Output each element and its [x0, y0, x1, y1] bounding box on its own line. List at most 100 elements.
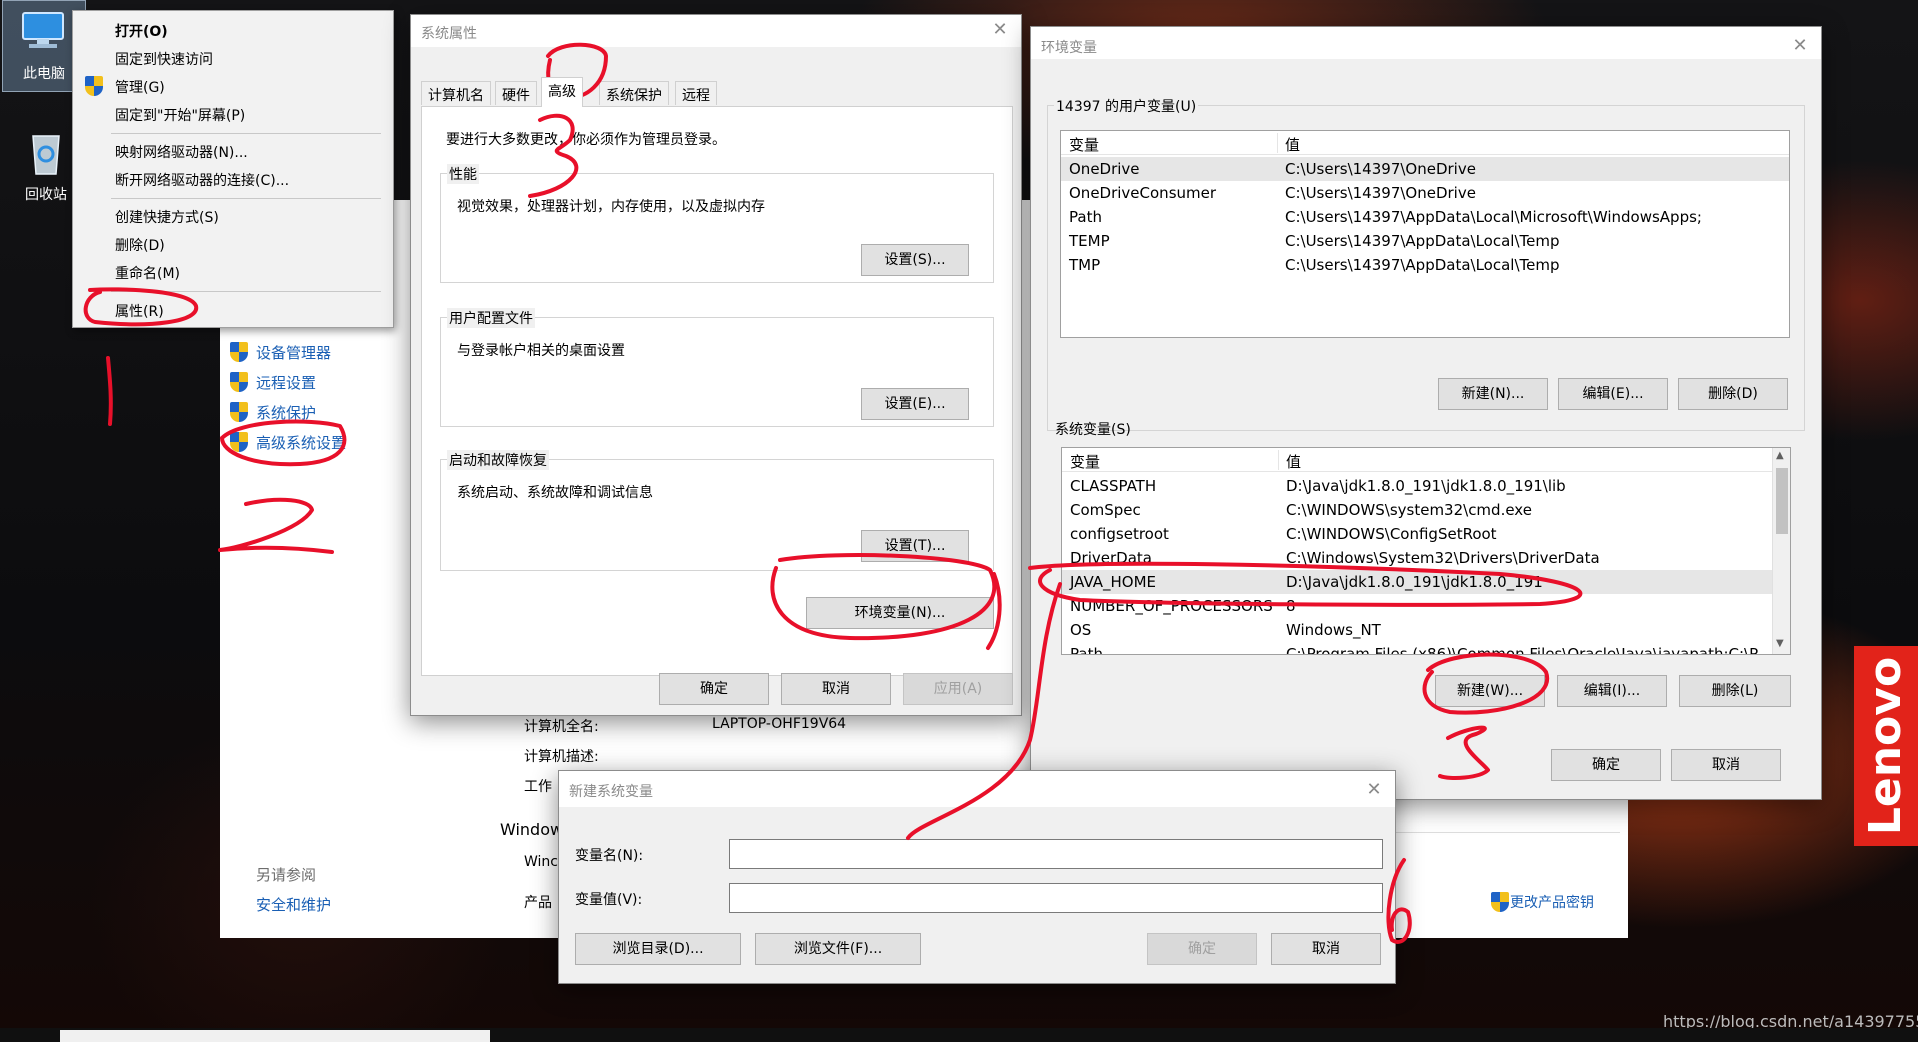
- dialog-title: 新建系统变量: [569, 784, 653, 800]
- column-header-value[interactable]: 值: [1286, 451, 1301, 472]
- tab-computer-name[interactable]: 计算机名: [421, 81, 491, 105]
- list-item[interactable]: TMP C:\Users\14397\AppData\Local\Temp: [1061, 253, 1789, 277]
- list-item[interactable]: JAVA_HOME D:\Java\jdk1.8.0_191\jdk1.8.0_1…: [1062, 570, 1790, 594]
- group-label: 用户配置文件: [447, 308, 535, 328]
- uac-shield-icon: [230, 432, 248, 452]
- list-item[interactable]: TEMP C:\Users\14397\AppData\Local\Temp: [1061, 229, 1789, 253]
- menu-create-shortcut[interactable]: 创建快捷方式(S): [115, 207, 219, 227]
- scroll-thumb[interactable]: [1776, 468, 1788, 534]
- list-item[interactable]: NUMBER_OF_PROCESSORS 8: [1062, 594, 1790, 618]
- tab-remote[interactable]: 远程: [675, 81, 717, 105]
- variable-name-input[interactable]: [729, 839, 1383, 869]
- recycle-bin-icon: [32, 135, 60, 175]
- column-divider: [1277, 133, 1278, 153]
- change-product-key-link[interactable]: 更改产品密钥: [1510, 892, 1594, 912]
- remote-settings-link[interactable]: 远程设置: [256, 372, 316, 393]
- close-icon[interactable]: ✕: [1789, 35, 1811, 57]
- browse-file-button[interactable]: 浏览文件(F)...: [755, 933, 921, 965]
- group-label: 性能: [447, 164, 479, 184]
- group-label: 启动和故障恢复: [447, 450, 549, 470]
- uac-shield-icon: [230, 372, 248, 392]
- list-item[interactable]: OneDrive C:\Users\14397\OneDrive: [1061, 157, 1789, 181]
- column-header-value[interactable]: 值: [1285, 134, 1300, 155]
- device-manager-link[interactable]: 设备管理器: [256, 342, 331, 363]
- see-also-label: 另请参阅: [256, 866, 317, 884]
- user-variables-group: 14397 的用户变量(U) 变量 值 OneDrive C:\Users\143…: [1047, 96, 1805, 431]
- system-delete-button[interactable]: 删除(L): [1679, 675, 1791, 707]
- ok-button[interactable]: 确定: [1551, 749, 1661, 781]
- user-new-button[interactable]: 新建(N)...: [1438, 378, 1548, 410]
- scroll-down-icon[interactable]: ▼: [1776, 638, 1784, 649]
- browse-directory-button[interactable]: 浏览目录(D)...: [575, 933, 741, 965]
- list-item[interactable]: CLASSPATH D:\Java\jdk1.8.0_191\jdk1.8.0_1…: [1062, 474, 1790, 498]
- security-maintenance-link[interactable]: 安全和维护: [256, 894, 331, 915]
- admin-note: 要进行大多数更改，你必须作为管理员登录。: [446, 132, 726, 148]
- list-item[interactable]: OS Windows_NT: [1062, 618, 1790, 642]
- menu-map-network-drive[interactable]: 映射网络驱动器(N)...: [115, 142, 248, 162]
- divider: [1380, 832, 1620, 833]
- apply-button[interactable]: 应用(A): [903, 673, 1013, 705]
- close-icon[interactable]: ✕: [989, 19, 1011, 41]
- menu-open[interactable]: 打开(O): [115, 21, 168, 41]
- cancel-button[interactable]: 取消: [1271, 933, 1381, 965]
- tab-hardware[interactable]: 硬件: [495, 81, 537, 105]
- close-icon[interactable]: ✕: [1363, 779, 1385, 801]
- ok-button[interactable]: 确定: [659, 673, 769, 705]
- column-header-variable[interactable]: 变量: [1070, 451, 1100, 472]
- menu-delete[interactable]: 删除(D): [115, 235, 165, 255]
- tab-advanced[interactable]: 高级: [541, 77, 583, 107]
- menu-pin-start[interactable]: 固定到"开始"屏幕(P): [115, 105, 245, 125]
- user-edit-button[interactable]: 编辑(E)...: [1558, 378, 1668, 410]
- list-header: 变量 值: [1062, 448, 1790, 472]
- system-protection-link[interactable]: 系统保护: [256, 402, 316, 423]
- ok-button[interactable]: 确定: [1147, 933, 1257, 965]
- list-item[interactable]: ComSpec C:\WINDOWS\system32\cmd.exe: [1062, 498, 1790, 522]
- dialog-title: 系统属性: [421, 26, 477, 42]
- vertical-scrollbar[interactable]: ▲ ▼: [1772, 448, 1790, 654]
- list-header: 变量 值: [1061, 131, 1789, 155]
- windows-edition-heading: Window: [500, 820, 564, 839]
- performance-settings-button[interactable]: 设置(S)...: [861, 244, 969, 276]
- startup-recovery-settings-button[interactable]: 设置(T)...: [861, 530, 969, 562]
- computer-fullname-value: LAPTOP-OHF19V64: [712, 716, 847, 732]
- list-item[interactable]: DriverData C:\Windows\System32\Drivers\Dr…: [1062, 546, 1790, 570]
- user-delete-button[interactable]: 删除(D): [1678, 378, 1788, 410]
- title-bar: 环境变量 ✕: [1031, 27, 1821, 59]
- system-properties-dialog: 系统属性 ✕ 计算机名 硬件 高级 系统保护 远程 要进行大多数更改，你必须作为…: [410, 14, 1022, 716]
- tab-system-protection[interactable]: 系统保护: [599, 81, 669, 105]
- user-profile-settings-button[interactable]: 设置(E)...: [861, 388, 969, 420]
- system-edit-button[interactable]: 编辑(I)...: [1557, 675, 1667, 707]
- group-description: 系统启动、系统故障和调试信息: [457, 485, 653, 501]
- system-variables-list[interactable]: 变量 值 CLASSPATH D:\Java\jdk1.8.0_191\jdk1.…: [1061, 447, 1791, 655]
- dialog-title: 环境变量: [1041, 40, 1097, 56]
- uac-shield-icon: [230, 342, 248, 362]
- system-variables-label: 系统变量(S): [1055, 422, 1131, 438]
- this-pc-icon: [22, 12, 64, 48]
- variable-value-input[interactable]: [729, 883, 1383, 913]
- menu-manage[interactable]: 管理(G): [115, 77, 165, 97]
- list-item[interactable]: Path C:\Users\14397\AppData\Local\Microso…: [1061, 205, 1789, 229]
- scroll-up-icon[interactable]: ▲: [1776, 450, 1784, 461]
- environment-variables-button[interactable]: 环境变量(N)...: [806, 597, 994, 629]
- taskbar-search-box[interactable]: [60, 1030, 490, 1042]
- cancel-button[interactable]: 取消: [1671, 749, 1781, 781]
- startup-recovery-group: 启动和故障恢复 系统启动、系统故障和调试信息 设置(T)...: [440, 450, 994, 571]
- menu-rename[interactable]: 重命名(M): [115, 263, 180, 283]
- menu-disconnect-network-drive[interactable]: 断开网络驱动器的连接(C)...: [115, 170, 289, 190]
- performance-group: 性能 视觉效果，处理器计划，内存使用，以及虚拟内存 设置(S)...: [440, 164, 994, 283]
- cancel-button[interactable]: 取消: [781, 673, 891, 705]
- list-item[interactable]: Path C:\Program Files (x86)\Common Files\…: [1062, 642, 1790, 654]
- windows-activation-label: Winc: [524, 854, 558, 870]
- list-item[interactable]: configsetroot C:\WINDOWS\ConfigSetRoot: [1062, 522, 1790, 546]
- new-system-variable-dialog: 新建系统变量 ✕ 变量名(N): 变量值(V): 浏览目录(D)... 浏览文件…: [558, 770, 1396, 984]
- list-item[interactable]: OneDriveConsumer C:\Users\14397\OneDrive: [1061, 181, 1789, 205]
- column-header-variable[interactable]: 变量: [1069, 134, 1099, 155]
- menu-pin-quick-access[interactable]: 固定到快速访问: [115, 49, 213, 69]
- system-new-button[interactable]: 新建(W)...: [1435, 675, 1545, 707]
- menu-separator: [111, 133, 381, 134]
- uac-shield-icon: [230, 402, 248, 422]
- variable-name-label: 变量名(N):: [575, 848, 644, 864]
- user-variables-list[interactable]: 变量 值 OneDrive C:\Users\14397\OneDrive One…: [1060, 130, 1790, 338]
- menu-properties[interactable]: 属性(R): [115, 301, 164, 321]
- advanced-system-settings-link[interactable]: 高级系统设置: [256, 432, 346, 453]
